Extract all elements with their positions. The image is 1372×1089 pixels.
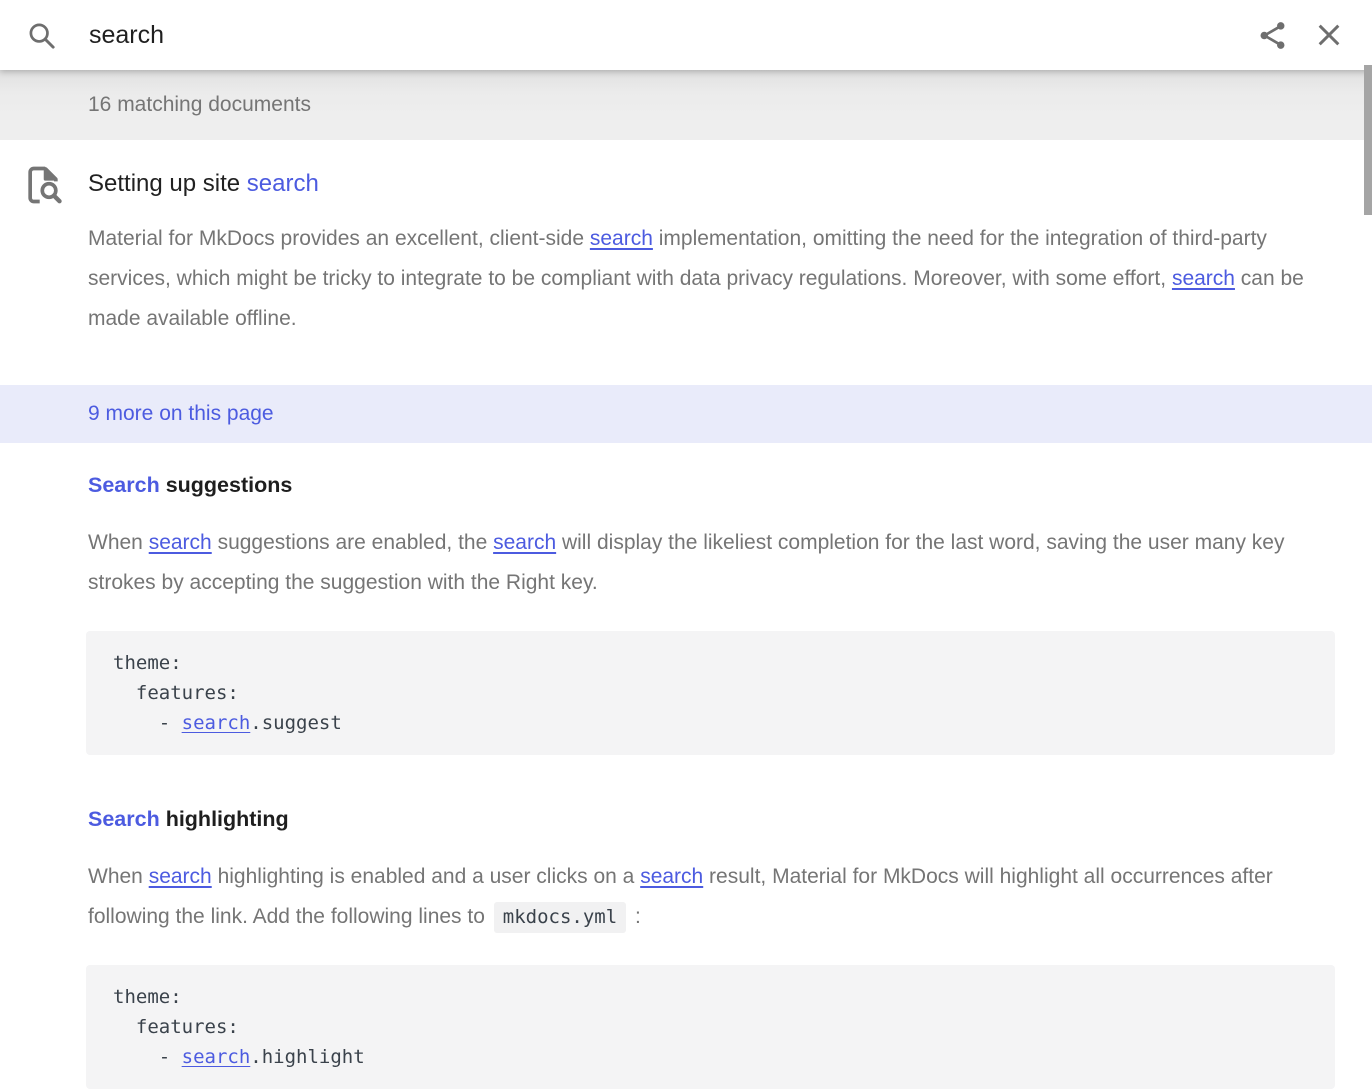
code-line: theme: <box>113 648 1315 678</box>
text-run: .highlight <box>250 1046 364 1068</box>
text-run: highlighting <box>160 807 289 831</box>
search-result-item[interactable]: Setting up site search Material for MkDo… <box>0 140 1372 385</box>
section-body: When search highlighting is enabled and … <box>88 857 1326 937</box>
text-run: features: <box>113 1016 239 1038</box>
text-run: When <box>88 865 149 888</box>
close-icon[interactable] <box>1313 19 1345 51</box>
search-term-link[interactable]: search <box>182 1046 251 1068</box>
search-result-section-highlighting[interactable]: Search highlighting When search highligh… <box>0 755 1372 1089</box>
code-line: - search.suggest <box>113 708 1315 738</box>
section-body: When search suggestions are enabled, the… <box>88 523 1326 603</box>
file-search-icon <box>21 163 65 207</box>
search-term-link[interactable]: search <box>590 227 653 250</box>
search-result-list: Setting up site search Material for MkDo… <box>0 140 1372 1089</box>
text-run: theme: <box>113 986 182 1008</box>
text-run: .suggest <box>250 712 342 734</box>
more-on-this-page-link[interactable]: 9 more on this page <box>0 385 1372 443</box>
code-line: theme: <box>113 982 1315 1012</box>
search-result-meta: 16 matching documents <box>0 70 1372 140</box>
text-run: highlighting is enabled and a user click… <box>212 865 640 888</box>
text-run: theme: <box>113 652 182 674</box>
search-result-section-suggestions[interactable]: Search suggestions When search suggestio… <box>0 443 1372 755</box>
code-line: features: <box>113 1012 1315 1042</box>
code-line: features: <box>113 678 1315 708</box>
result-title[interactable]: Setting up site search <box>88 166 1326 202</box>
search-input[interactable] <box>87 20 1256 51</box>
code-line: - search.highlight <box>113 1042 1315 1072</box>
share-icon[interactable] <box>1256 19 1289 52</box>
text-run: Setting up site <box>88 170 247 197</box>
text-run: Material for MkDocs provides an excellen… <box>88 227 590 250</box>
search-term-link[interactable]: search <box>493 531 556 554</box>
highlighted-term: Search <box>88 473 160 497</box>
text-run: - <box>113 712 182 734</box>
search-overlay: 16 matching documents Setting up site se… <box>0 0 1372 1089</box>
highlighted-term: Search <box>88 807 160 831</box>
text-run: When <box>88 531 149 554</box>
text-run: suggestions <box>160 473 293 497</box>
section-heading: Search suggestions <box>88 470 1326 500</box>
text-run: - <box>113 1046 182 1068</box>
inline-code: mkdocs.yml <box>494 902 626 933</box>
text-run: suggestions are enabled, the <box>212 531 493 554</box>
section-heading: Search highlighting <box>88 804 1326 834</box>
more-on-this-page-label: 9 more on this page <box>88 402 274 426</box>
search-bar <box>0 0 1372 70</box>
matching-documents-count: 16 matching documents <box>88 93 311 117</box>
code-block: theme: features: - search.suggest <box>86 631 1335 755</box>
highlighted-term: search <box>247 170 319 197</box>
code-block: theme: features: - search.highlight <box>86 965 1335 1089</box>
search-term-link[interactable]: search <box>149 531 212 554</box>
search-term-link[interactable]: search <box>182 712 251 734</box>
search-term-link[interactable]: search <box>149 865 212 888</box>
search-term-link[interactable]: search <box>1172 267 1235 290</box>
search-icon <box>26 20 57 51</box>
text-run: : <box>629 905 641 928</box>
scrollbar-thumb[interactable] <box>1364 65 1372 215</box>
search-term-link[interactable]: search <box>640 865 703 888</box>
text-run: features: <box>113 682 239 704</box>
result-teaser: Material for MkDocs provides an excellen… <box>88 219 1326 339</box>
